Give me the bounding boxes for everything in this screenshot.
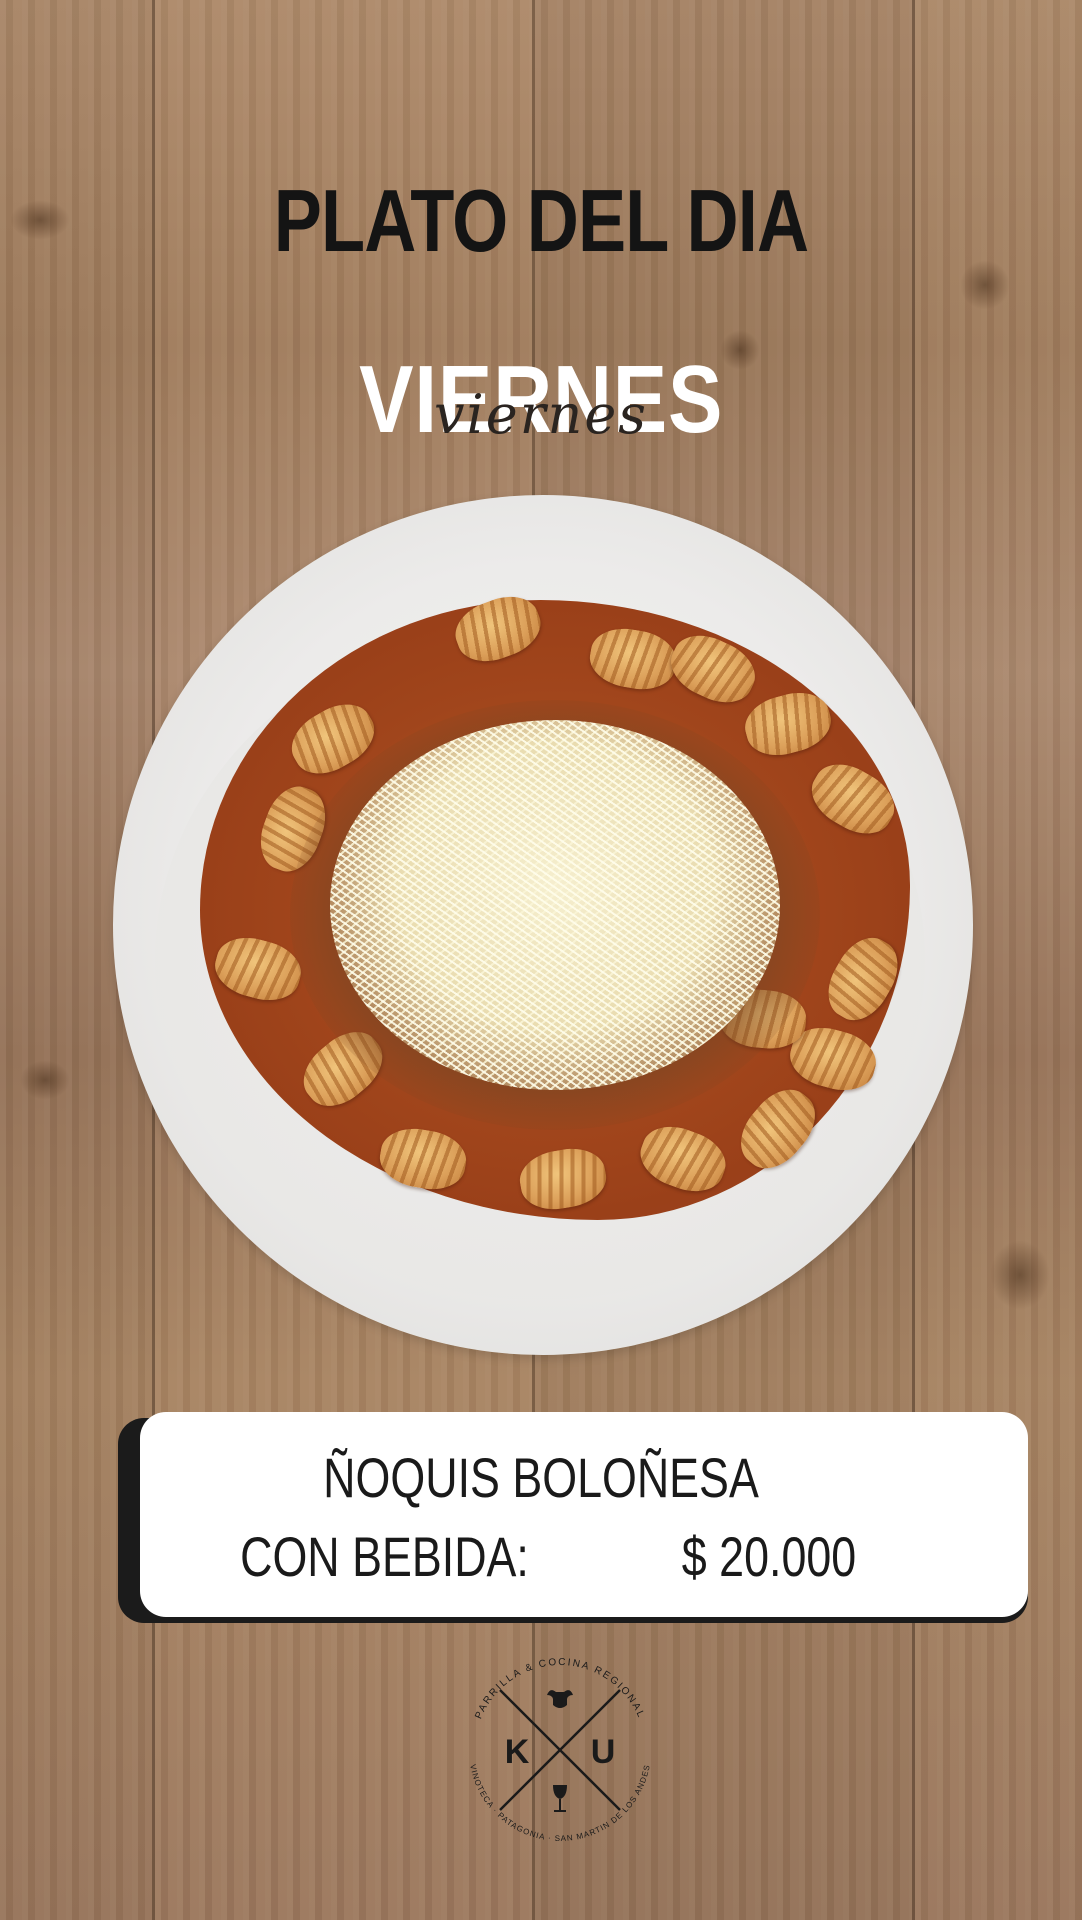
wine-glass-icon bbox=[553, 1785, 567, 1812]
logo-ring-text-top: PARRILLA & COCINA REGIONAL bbox=[473, 1657, 646, 1721]
price-label: CON BEBIDA: bbox=[239, 1525, 529, 1588]
page-title: PLATO DEL DIA bbox=[273, 171, 809, 270]
restaurant-logo: PARRILLA & COCINA REGIONAL VINOTECA · PA… bbox=[468, 1657, 651, 1843]
wood-knot bbox=[990, 1240, 1050, 1310]
wood-knot bbox=[10, 200, 70, 240]
grated-cheese bbox=[330, 720, 780, 1090]
bull-head-icon bbox=[547, 1690, 573, 1708]
price-value: $ 20.000 bbox=[682, 1525, 857, 1588]
price-row: CON BEBIDA: $ 20.000 bbox=[0, 1524, 1082, 1589]
logo-letter-right: U bbox=[591, 1733, 616, 1771]
logo-letter-left: K bbox=[505, 1733, 530, 1771]
dish-name: ÑOQUIS BOLOÑESA bbox=[323, 1446, 759, 1509]
wood-knot bbox=[20, 1060, 70, 1100]
day-script-label: viernes bbox=[434, 383, 648, 446]
